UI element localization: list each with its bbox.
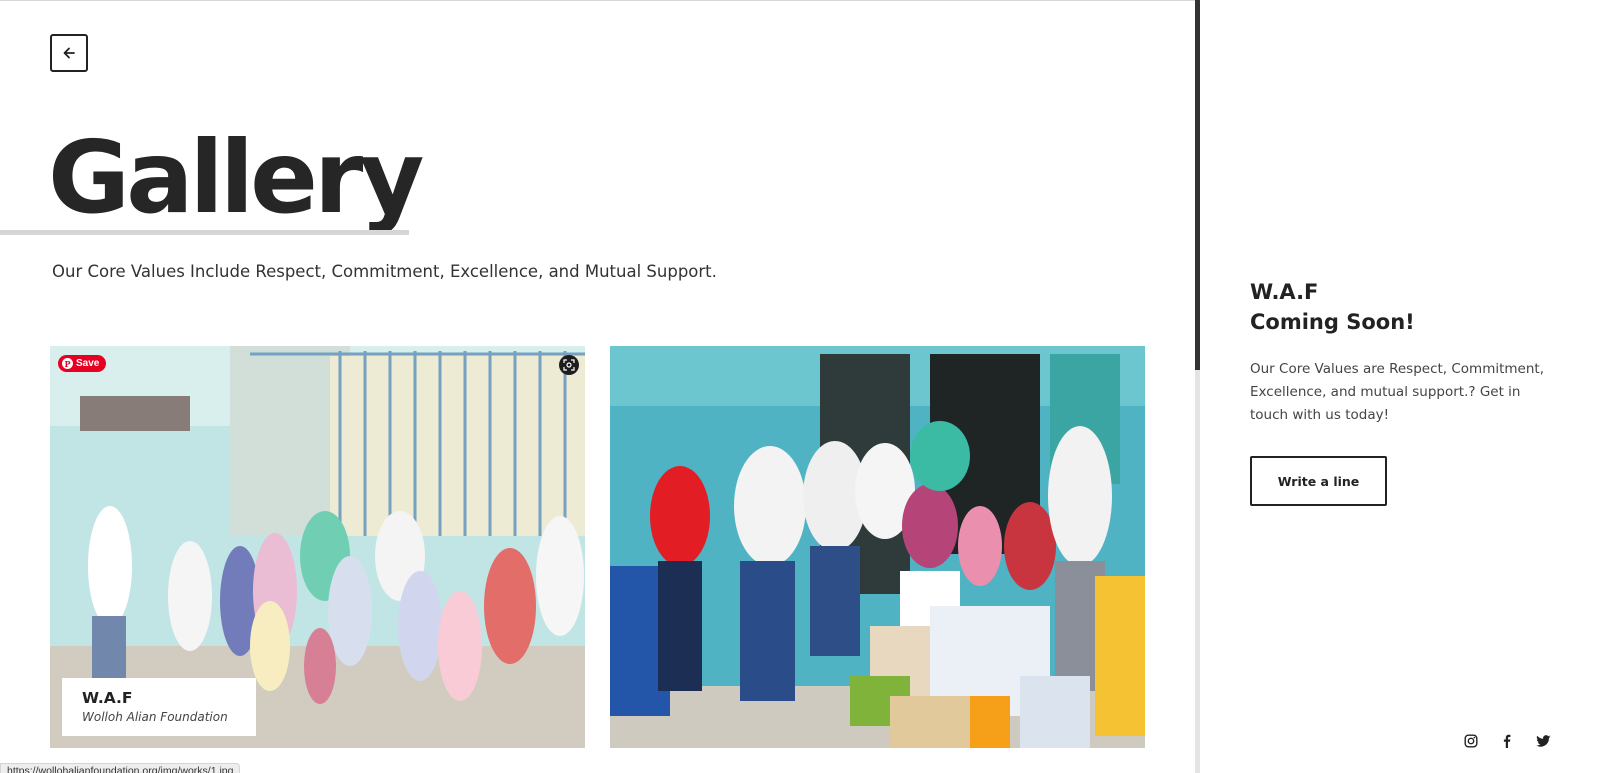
write-a-line-button[interactable]: Write a line bbox=[1250, 456, 1387, 506]
facebook-icon[interactable] bbox=[1498, 732, 1516, 750]
twitter-icon[interactable] bbox=[1534, 732, 1552, 750]
gallery-item[interactable] bbox=[610, 346, 1145, 748]
status-bar-url: https://wollohalianfoundation.org/img/wo… bbox=[0, 763, 241, 773]
instagram-icon[interactable] bbox=[1462, 732, 1480, 750]
visual-search-button[interactable] bbox=[559, 355, 579, 375]
main-content: Gallery Our Core Values Include Respect,… bbox=[0, 0, 1195, 773]
social-links bbox=[1462, 732, 1552, 750]
visual-search-icon bbox=[563, 359, 575, 371]
photo-caption: W.A.F Wolloh Alian Foundation bbox=[62, 678, 256, 736]
back-button[interactable] bbox=[50, 34, 88, 72]
arrow-left-icon bbox=[63, 47, 75, 59]
title-underline bbox=[0, 230, 409, 235]
page-subtitle: Our Core Values Include Respect, Commitm… bbox=[52, 262, 717, 281]
side-panel: W.A.F Coming Soon! Our Core Values are R… bbox=[1200, 0, 1600, 773]
page-title: Gallery bbox=[48, 119, 424, 236]
save-label: Save bbox=[76, 358, 100, 369]
gallery-photo bbox=[610, 346, 1145, 748]
aside-heading: Coming Soon! bbox=[1250, 310, 1415, 334]
aside-brand: W.A.F bbox=[1250, 280, 1319, 304]
gallery-item[interactable]: P Save W.A.F Wolloh Alian Foundation bbox=[50, 346, 585, 748]
caption-title: W.A.F bbox=[82, 689, 133, 707]
pinterest-save-button[interactable]: P Save bbox=[58, 355, 107, 372]
pinterest-icon: P bbox=[62, 358, 73, 369]
aside-text: Our Core Values are Respect, Commitment,… bbox=[1250, 361, 1544, 423]
caption-subtitle: Wolloh Alian Foundation bbox=[82, 710, 228, 724]
